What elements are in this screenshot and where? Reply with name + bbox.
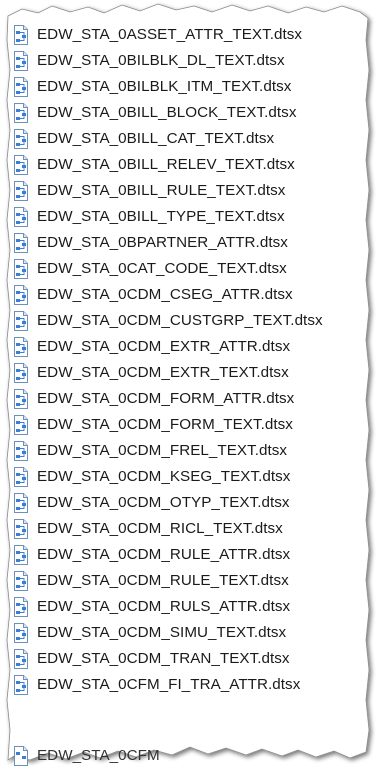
dtsx-file-icon — [14, 519, 28, 539]
file-item[interactable]: EDW_STA_0CDM_FORM_TEXT.dtsx — [12, 412, 364, 438]
file-name: EDW_STA_0CAT_CODE_TEXT.dtsx — [37, 260, 287, 277]
file-name: EDW_STA_0CFM — [37, 747, 160, 764]
dtsx-file-icon — [14, 103, 28, 123]
file-name: EDW_STA_0CFM_FI_TRA_ATTR.dtsx — [37, 676, 301, 693]
file-item[interactable]: EDW_STA_0BPARTNER_ATTR.dtsx — [12, 230, 364, 256]
file-name: EDW_STA_0BILL_RELEV_TEXT.dtsx — [37, 156, 295, 173]
dtsx-file-icon — [14, 675, 28, 695]
file-name: EDW_STA_0CDM_KSEG_TEXT.dtsx — [37, 468, 291, 485]
file-name: EDW_STA_0CDM_RULE_TEXT.dtsx — [37, 572, 289, 589]
file-name: EDW_STA_0BILBLK_ITM_TEXT.dtsx — [37, 78, 292, 95]
dtsx-file-icon — [14, 623, 28, 643]
file-name: EDW_STA_0BILL_CAT_TEXT.dtsx — [37, 130, 275, 147]
file-item-partial[interactable]: EDW_STA_0CFM — [12, 743, 252, 769]
dtsx-file-icon — [14, 285, 28, 305]
file-item[interactable]: EDW_STA_0BILL_CAT_TEXT.dtsx — [12, 126, 364, 152]
dtsx-file-icon — [14, 467, 28, 487]
file-name: EDW_STA_0CDM_EXTR_ATTR.dtsx — [37, 338, 291, 355]
file-name: EDW_STA_0CDM_FORM_ATTR.dtsx — [37, 390, 295, 407]
file-item[interactable]: EDW_STA_0CDM_EXTR_TEXT.dtsx — [12, 360, 364, 386]
file-name: EDW_STA_0BILL_TYPE_TEXT.dtsx — [37, 208, 285, 225]
dtsx-file-icon — [14, 155, 28, 175]
file-item[interactable]: EDW_STA_0BILL_TYPE_TEXT.dtsx — [12, 204, 364, 230]
file-name: EDW_STA_0CDM_CSEG_ATTR.dtsx — [37, 286, 293, 303]
file-name: EDW_STA_0CDM_RULE_ATTR.dtsx — [37, 546, 291, 563]
file-item[interactable]: EDW_STA_0CAT_CODE_TEXT.dtsx — [12, 256, 364, 282]
file-item[interactable]: EDW_STA_0ASSET_ATTR_TEXT.dtsx — [12, 22, 364, 48]
dtsx-file-icon — [14, 363, 28, 383]
file-name: EDW_STA_0CDM_RICL_TEXT.dtsx — [37, 520, 283, 537]
dtsx-file-icon — [14, 259, 28, 279]
dtsx-file-icon — [14, 181, 28, 201]
dtsx-file-icon — [14, 415, 28, 435]
dtsx-file-icon — [14, 441, 28, 461]
dtsx-file-icon — [14, 649, 28, 669]
file-name: EDW_STA_0CDM_OTYP_TEXT.dtsx — [37, 494, 290, 511]
dtsx-file-icon — [14, 25, 28, 45]
file-name: EDW_STA_0BILL_RULE_TEXT.dtsx — [37, 182, 286, 199]
file-name: EDW_STA_0CDM_FORM_TEXT.dtsx — [37, 416, 293, 433]
dtsx-file-icon — [14, 129, 28, 149]
file-item[interactable]: EDW_STA_0CDM_RULE_ATTR.dtsx — [12, 542, 364, 568]
file-item[interactable]: EDW_STA_0CDM_SIMU_TEXT.dtsx — [12, 620, 364, 646]
file-item[interactable]: EDW_STA_0CDM_RICL_TEXT.dtsx — [12, 516, 364, 542]
file-name: EDW_STA_0CDM_TRAN_TEXT.dtsx — [37, 650, 290, 667]
dtsx-file-icon — [14, 207, 28, 227]
file-item[interactable]: EDW_STA_0CDM_FREL_TEXT.dtsx — [12, 438, 364, 464]
file-item[interactable]: EDW_STA_0BILBLK_ITM_TEXT.dtsx — [12, 74, 364, 100]
file-item[interactable]: EDW_STA_0CDM_CUSTGRP_TEXT.dtsx — [12, 308, 364, 334]
file-name: EDW_STA_0BPARTNER_ATTR.dtsx — [37, 234, 288, 251]
dtsx-file-icon — [14, 77, 28, 97]
file-name: EDW_STA_0CDM_EXTR_TEXT.dtsx — [37, 364, 289, 381]
file-item[interactable]: EDW_STA_0BILL_RULE_TEXT.dtsx — [12, 178, 364, 204]
file-name: EDW_STA_0CDM_SIMU_TEXT.dtsx — [37, 624, 287, 641]
file-name: EDW_STA_0CDM_RULS_ATTR.dtsx — [37, 598, 291, 615]
file-item[interactable]: EDW_STA_0CDM_FORM_ATTR.dtsx — [12, 386, 364, 412]
file-item[interactable]: EDW_STA_0BILBLK_DL_TEXT.dtsx — [12, 48, 364, 74]
dtsx-file-icon — [14, 545, 28, 565]
file-item[interactable]: EDW_STA_0CDM_CSEG_ATTR.dtsx — [12, 282, 364, 308]
file-name: EDW_STA_0ASSET_ATTR_TEXT.dtsx — [37, 26, 303, 43]
file-name: EDW_STA_0BILL_BLOCK_TEXT.dtsx — [37, 104, 297, 121]
file-item[interactable]: EDW_STA_0CDM_OTYP_TEXT.dtsx — [12, 490, 364, 516]
dtsx-file-icon — [14, 597, 28, 617]
dtsx-file-icon — [14, 746, 28, 766]
file-item[interactable]: EDW_STA_0BILL_RELEV_TEXT.dtsx — [12, 152, 364, 178]
dtsx-file-icon — [14, 233, 28, 253]
dtsx-file-icon — [14, 493, 28, 513]
file-item[interactable]: EDW_STA_0CDM_EXTR_ATTR.dtsx — [12, 334, 364, 360]
file-name: EDW_STA_0CDM_CUSTGRP_TEXT.dtsx — [37, 312, 323, 329]
dtsx-file-icon — [14, 337, 28, 357]
file-name: EDW_STA_0CDM_FREL_TEXT.dtsx — [37, 442, 288, 459]
file-list: EDW_STA_0ASSET_ATTR_TEXT.dtsx EDW_STA_0B… — [12, 22, 364, 698]
dtsx-file-icon — [14, 311, 28, 331]
file-item[interactable]: EDW_STA_0BILL_BLOCK_TEXT.dtsx — [12, 100, 364, 126]
file-item[interactable]: EDW_STA_0CDM_KSEG_TEXT.dtsx — [12, 464, 364, 490]
dtsx-file-icon — [14, 389, 28, 409]
dtsx-file-icon — [14, 571, 28, 591]
file-name: EDW_STA_0BILBLK_DL_TEXT.dtsx — [37, 52, 285, 69]
file-item[interactable]: EDW_STA_0CDM_RULE_TEXT.dtsx — [12, 568, 364, 594]
dtsx-file-icon — [14, 51, 28, 71]
file-item[interactable]: EDW_STA_0CFM_FI_TRA_ATTR.dtsx — [12, 672, 364, 698]
file-item[interactable]: EDW_STA_0CDM_TRAN_TEXT.dtsx — [12, 646, 364, 672]
file-item[interactable]: EDW_STA_0CDM_RULS_ATTR.dtsx — [12, 594, 364, 620]
